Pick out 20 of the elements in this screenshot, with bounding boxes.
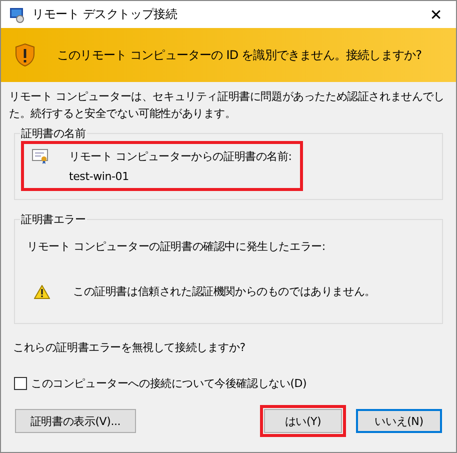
certificate-name-value: test-win-01 [69, 170, 130, 183]
error-text: この証明書は信頼された認証機関からのものではありません。 [73, 284, 376, 299]
checkbox[interactable] [14, 377, 27, 390]
close-button[interactable]: ✕ [416, 1, 456, 28]
warning-shield-icon [15, 43, 35, 67]
remote-desktop-icon [9, 6, 25, 22]
checkbox-label[interactable]: このコンピューターへの接続について今後確認しない(D) [31, 376, 307, 391]
window-title: リモート デスクトップ接続 [32, 6, 178, 23]
certificate-icon [32, 149, 49, 164]
warning-icon [34, 284, 50, 298]
group-title: 証明書の名前 [20, 126, 87, 141]
certificate-name-label: リモート コンピューターからの証明書の名前: [69, 149, 292, 164]
view-certificate-button[interactable]: 証明書の表示(V)... [15, 409, 136, 433]
error-intro-text: リモート コンピューターの証明書の確認中に発生したエラー: [27, 239, 326, 254]
group-title: 証明書エラー [20, 212, 87, 227]
no-button[interactable]: いいえ(N) [356, 409, 442, 433]
banner-message: このリモート コンピューターの ID を識別できません。接続しますか? [57, 46, 422, 64]
question-text: これらの証明書エラーを無視して接続しますか? [13, 340, 246, 355]
yes-button[interactable]: はい(Y) [264, 409, 342, 433]
description-text: リモート コンピューターは、セキュリティ証明書に問題があったため認証されませんでした。続行すると安全でない可能性があります。 [9, 89, 446, 122]
